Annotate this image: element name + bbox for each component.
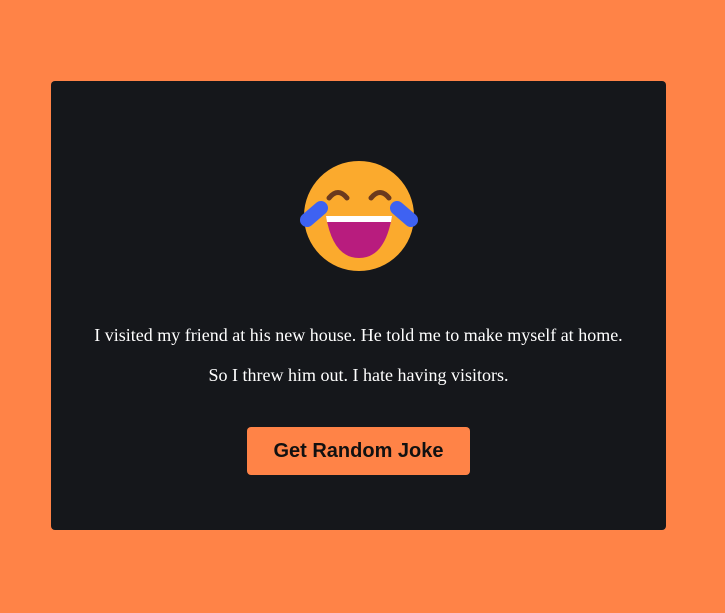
face-with-tears-of-joy-icon: [300, 161, 418, 271]
joke-punchline-text: So I threw him out. I hate having visito…: [208, 365, 509, 385]
joke-card: I visited my friend at his new house. He…: [51, 81, 666, 530]
joke-setup-text: I visited my friend at his new house. He…: [94, 325, 623, 345]
get-random-joke-button[interactable]: Get Random Joke: [247, 427, 470, 475]
